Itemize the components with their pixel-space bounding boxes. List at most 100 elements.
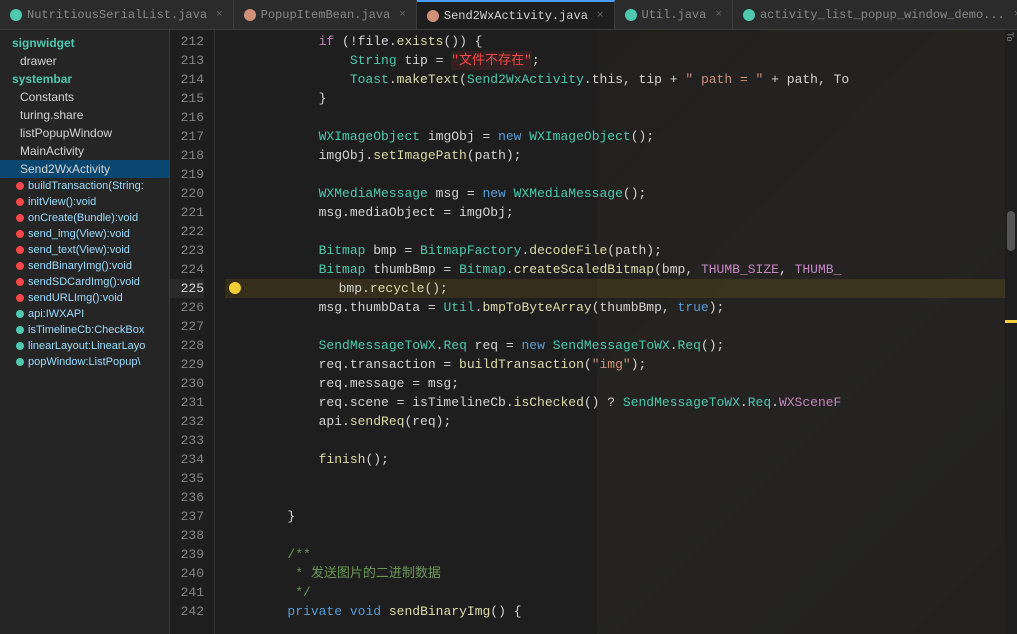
code-line-216	[225, 108, 1005, 127]
code-content[interactable]: if (!file.exists()) { String tip = "文件不存…	[215, 30, 1005, 634]
tab-popupitembean[interactable]: PopupItemBean.java ×	[234, 0, 417, 30]
linenum-228: 228	[170, 336, 204, 355]
sidebar-field-istimelinecb[interactable]: isTimelineCb:CheckBox	[0, 322, 169, 338]
method-label-8: sendURLImg():void	[28, 292, 123, 304]
method-label-6: sendBinaryImg():void	[28, 260, 132, 272]
code-line-229: req.transaction = buildTransaction("img"…	[225, 355, 1005, 374]
linenum-236: 236	[170, 488, 204, 507]
sidebar-item-mainactivity[interactable]: MainActivity	[0, 142, 169, 160]
method-dot-2	[16, 198, 24, 206]
linenum-230: 230	[170, 374, 204, 393]
code-line-213: String tip = "文件不存在";	[225, 51, 1005, 70]
breakpoint-225	[229, 282, 241, 294]
tab-close-1[interactable]: ×	[216, 9, 223, 21]
code-line-223: Bitmap bmp = BitmapFactory.decodeFile(pa…	[225, 241, 1005, 260]
method-dot-9	[16, 310, 24, 318]
linenum-223: 223	[170, 241, 204, 260]
tab-icon-3	[427, 10, 439, 22]
sidebar-field-linearlayout[interactable]: linearLayout:LinearLayo	[0, 338, 169, 354]
sidebar-item-send2wxactivity[interactable]: Send2WxActivity	[0, 160, 169, 178]
code-line-212: if (!file.exists()) {	[225, 32, 1005, 51]
method-dot-5	[16, 246, 24, 254]
method-label-2: initView():void	[28, 196, 96, 208]
tab-send2wxactivity[interactable]: Send2WxActivity.java ×	[417, 0, 615, 30]
code-line-230: req.message = msg;	[225, 374, 1005, 393]
tab-label-3: Send2WxActivity.java	[444, 9, 588, 23]
sidebar-field-popwindow[interactable]: popWindow:ListPopup\	[0, 354, 169, 370]
code-line-235	[225, 469, 1005, 488]
sidebar-method-initview[interactable]: initView():void	[0, 194, 169, 210]
linenum-224: 224	[170, 260, 204, 279]
sidebar-item-systembar[interactable]: systembar	[0, 70, 169, 88]
tab-icon-5	[743, 9, 755, 21]
tab-activity-list[interactable]: activity_list_popup_window_demo... ×	[733, 0, 1017, 30]
code-line-217: WXImageObject imgObj = new WXImageObject…	[225, 127, 1005, 146]
code-line-225: bmp.recycle();	[225, 279, 1005, 298]
scroll-marker-yellow	[1005, 320, 1017, 323]
code-line-228: SendMessageToWX.Req req = new SendMessag…	[225, 336, 1005, 355]
sidebar-item-drawer[interactable]: drawer	[0, 52, 169, 70]
sidebar-method-send-text[interactable]: send_text(View):void	[0, 242, 169, 258]
code-editor[interactable]: 212 213 214 215 216 217 218 219 220 221 …	[170, 30, 1017, 634]
tab-bar: NutritiousSerialList.java × PopupItemBea…	[0, 0, 1017, 30]
code-line-226: msg.thumbData = Util.bmpToByteArray(thum…	[225, 298, 1005, 317]
sidebar-field-api[interactable]: api:IWXAPI	[0, 306, 169, 322]
code-line-236	[225, 488, 1005, 507]
code-line-239: /**	[225, 545, 1005, 564]
code-line-219	[225, 165, 1005, 184]
method-label-4: send_img(View):void	[28, 228, 130, 240]
method-label-7: sendSDCardImg():void	[28, 276, 140, 288]
code-line-241: */	[225, 583, 1005, 602]
tab-label-2: PopupItemBean.java	[261, 8, 391, 22]
sidebar-method-send-img[interactable]: send_img(View):void	[0, 226, 169, 242]
code-line-234: finish();	[225, 450, 1005, 469]
sidebar-item-signwidget[interactable]: signwidget	[0, 34, 169, 52]
sidebar-item-turing-share[interactable]: turing.share	[0, 106, 169, 124]
tab-util[interactable]: Util.java ×	[615, 0, 733, 30]
code-line-231: req.scene = isTimelineCb.isChecked() ? S…	[225, 393, 1005, 412]
linenum-239: 239	[170, 545, 204, 564]
tab-icon-2	[244, 9, 256, 21]
linenum-221: 221	[170, 203, 204, 222]
linenum-235: 235	[170, 469, 204, 488]
code-line-242: private void sendBinaryImg() {	[225, 602, 1005, 621]
method-dot-3	[16, 214, 24, 222]
scroll-indicator[interactable]: To	[1005, 30, 1017, 634]
sidebar-method-sendsdcardimg[interactable]: sendSDCardImg():void	[0, 274, 169, 290]
linenum-229: 229	[170, 355, 204, 374]
sidebar-item-constants[interactable]: Constants	[0, 88, 169, 106]
method-label-3: onCreate(Bundle):void	[28, 212, 138, 224]
code-line-227	[225, 317, 1005, 336]
linenum-214: 214	[170, 70, 204, 89]
code-line-240: * 发送图片的二进制数据	[225, 564, 1005, 583]
code-line-221: msg.mediaObject = imgObj;	[225, 203, 1005, 222]
linenum-212: 212	[170, 32, 204, 51]
linenum-233: 233	[170, 431, 204, 450]
sidebar-method-buildtransaction[interactable]: buildTransaction(String:	[0, 178, 169, 194]
sidebar: signwidget drawer systembar Constants tu…	[0, 30, 170, 634]
tab-close-4[interactable]: ×	[715, 9, 722, 21]
code-line-222	[225, 222, 1005, 241]
tab-label-1: NutritiousSerialList.java	[27, 8, 207, 22]
method-dot-10	[16, 326, 24, 334]
tab-close-3[interactable]: ×	[597, 10, 604, 22]
code-line-238	[225, 526, 1005, 545]
linenum-215: 215	[170, 89, 204, 108]
method-label-9: api:IWXAPI	[28, 308, 84, 320]
sidebar-method-sendbinaryimg[interactable]: sendBinaryImg():void	[0, 258, 169, 274]
linenum-216: 216	[170, 108, 204, 127]
method-dot-11	[16, 342, 24, 350]
code-line-232: api.sendReq(req);	[225, 412, 1005, 431]
linenum-225: 225	[170, 279, 204, 298]
scroll-thumb[interactable]	[1007, 211, 1015, 251]
tab-label-5: activity_list_popup_window_demo...	[760, 8, 1005, 22]
code-line-215: }	[225, 89, 1005, 108]
sidebar-method-sendurlimg[interactable]: sendURLImg():void	[0, 290, 169, 306]
tab-close-2[interactable]: ×	[399, 9, 406, 21]
scroll-label-to: To	[1005, 32, 1017, 42]
sidebar-method-oncreate[interactable]: onCreate(Bundle):void	[0, 210, 169, 226]
method-dot-4	[16, 230, 24, 238]
linenum-241: 241	[170, 583, 204, 602]
sidebar-item-listpopupwindow[interactable]: listPopupWindow	[0, 124, 169, 142]
tab-nutritiousseriallist[interactable]: NutritiousSerialList.java ×	[0, 0, 234, 30]
